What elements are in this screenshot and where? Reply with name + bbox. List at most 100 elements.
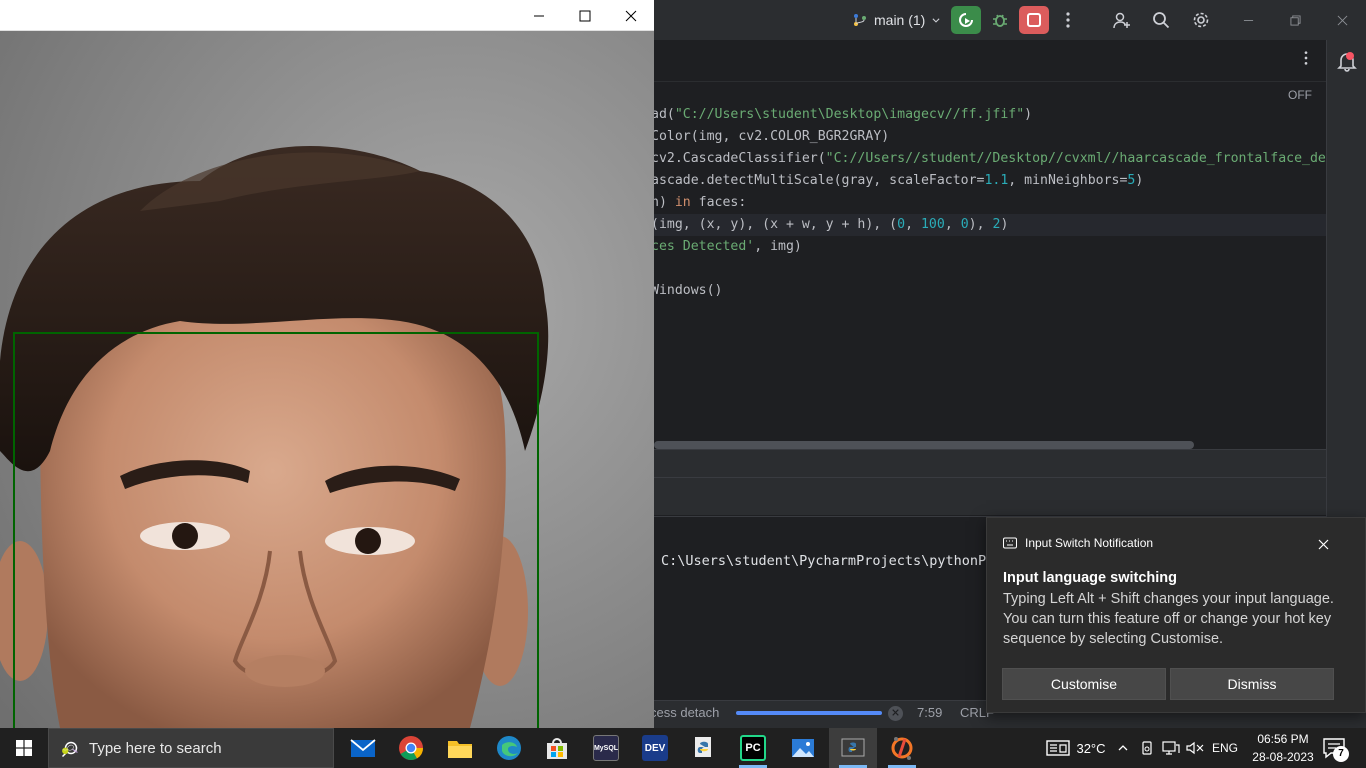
restore-icon [1289,14,1301,26]
code-token: cv2.CascadeClassifier( [651,151,826,166]
code-token: in [674,195,691,210]
code-token: ces Detected' [651,239,755,254]
chrome-icon [399,736,423,761]
viewer-close-button[interactable] [608,0,654,31]
code-token: ) [1024,107,1033,122]
taskbar-app-jupyter[interactable] [878,728,926,768]
code-line[interactable]: ascade.detectMultiScale(gray, scaleFacto… [651,170,1326,192]
viewer-title-bar[interactable] [0,0,654,31]
code-line[interactable]: ad("C://Users\student\Desktop\imagecv//f… [651,104,1326,126]
photos-icon [792,739,814,757]
stop-icon [1027,13,1041,27]
notification-close-button[interactable] [1313,534,1333,554]
code-token: h) [651,195,675,210]
caret-position[interactable]: 7:59 [917,705,942,720]
tray-language[interactable]: ENG [1208,728,1242,768]
taskbar-app-python-window[interactable] [829,728,877,768]
code-token: "C://Users\student\Desktop\imagecv//ff.j… [674,107,1025,122]
notification-count-badge: 7 [1333,746,1349,762]
show-hidden-icons-button[interactable] [1114,728,1132,768]
taskbar-app-file-explorer[interactable] [436,728,484,768]
start-button[interactable] [0,728,48,768]
rerun-button[interactable] [951,6,981,34]
code-token: ) [1000,217,1009,232]
maximize-icon [579,10,591,21]
code-token: 100 [920,217,945,232]
code-line[interactable]: ces Detected', img) [651,236,1326,258]
viewer-maximize-button[interactable] [562,0,608,31]
customise-button[interactable]: Customise [1002,668,1166,700]
code-line[interactable]: cv2.CascadeClassifier("C://Users//studen… [651,148,1326,170]
kebab-icon [1066,12,1070,28]
editor-horizontal-scrollbar[interactable] [654,441,1194,449]
taskbar-app-chrome[interactable] [387,728,435,768]
code-token: ), [968,217,993,232]
taskbar-app-photos[interactable] [779,728,827,768]
code-token: ad( [651,107,675,122]
code-token: "C://Users//student//Desktop//cvxml//haa… [825,151,1326,166]
dismiss-button[interactable]: Dismiss [1170,668,1334,700]
code-line[interactable]: Windows() [651,280,1326,302]
taskbar-app-mysql[interactable]: MySQL [582,728,630,768]
console-command-path: C:\Users\student\PycharmProjects\pythonP… [661,553,995,569]
minimize-icon [534,15,544,16]
windows-taskbar: Type here to search MySQL DEV PC 32°C EN… [0,728,1366,768]
process-progress-bar [736,711,882,715]
minimize-icon [1243,19,1253,21]
ide-minimize-button[interactable] [1236,8,1260,32]
notification-heading: Input language switching [1003,570,1177,586]
search-highlight-tennis-icon [62,744,78,755]
chevron-up-icon [1118,745,1128,751]
notification-dot [1346,52,1354,60]
settings-button[interactable] [1186,6,1216,34]
device-icon [1142,741,1152,755]
editor-options-button[interactable] [1296,50,1316,72]
git-branch-selector[interactable]: main (1) [852,10,941,30]
close-icon [1318,539,1328,549]
face-detection-rectangle [13,332,539,728]
code-token: , minNeighbors= [1008,173,1128,188]
tray-meet-now[interactable] [1138,728,1156,768]
code-line[interactable]: h) in faces: [651,192,1326,214]
close-icon [1337,15,1347,25]
taskbar-app-python-idle[interactable] [680,728,728,768]
clock-time: 06:56 PM [1257,732,1309,746]
debug-button[interactable] [985,6,1015,34]
volume-muted-icon [1186,741,1204,755]
ide-close-button[interactable] [1330,8,1354,32]
cancel-process-button[interactable] [888,706,903,721]
face-detection-window [0,0,654,728]
close-icon [892,709,899,716]
search-everywhere-button[interactable] [1146,6,1176,34]
tray-volume[interactable] [1184,728,1206,768]
taskbar-clock[interactable]: 06:56 PM 28-08-2023 [1248,730,1318,766]
taskbar-search-box[interactable]: Type here to search [48,728,334,768]
weather-temperature: 32°C [1076,740,1106,756]
taskbar-app-microsoft-store[interactable] [533,728,581,768]
notification-body: Typing Left Alt + Shift changes your inp… [1003,591,1334,647]
taskbar-app-pycharm[interactable]: PC [729,728,777,768]
code-line[interactable]: Color(img, cv2.COLOR_BGR2GRAY) [651,126,1326,148]
viewer-minimize-button[interactable] [516,0,562,31]
weather-widget[interactable]: 32°C [1036,728,1116,768]
add-user-button[interactable] [1107,6,1137,34]
taskbar-app-devcpp[interactable]: DEV [631,728,679,768]
taskbar-app-mail[interactable] [339,728,387,768]
tray-network[interactable] [1160,728,1182,768]
windows-logo-icon [16,740,32,756]
code-token: , [944,217,961,232]
ide-restore-button[interactable] [1283,8,1307,32]
clock-date: 28-08-2023 [1252,750,1314,764]
weather-icon [1046,740,1071,756]
code-line[interactable]: (img, (x, y), (x + w, y + h), (0, 100, 0… [651,214,1326,236]
store-icon [547,738,567,759]
jupyter-icon [891,737,913,760]
kebab-icon [1304,51,1308,65]
code-editor[interactable]: ad("C://Users\student\Desktop\imagecv//f… [651,104,1326,302]
more-actions-button[interactable] [1053,6,1083,34]
code-line[interactable] [651,258,1326,280]
code-token: (img, (x, y), (x + w, y + h), ( [651,217,898,232]
stop-button[interactable] [1019,6,1049,34]
taskbar-app-edge[interactable] [485,728,533,768]
edge-icon [497,736,521,760]
